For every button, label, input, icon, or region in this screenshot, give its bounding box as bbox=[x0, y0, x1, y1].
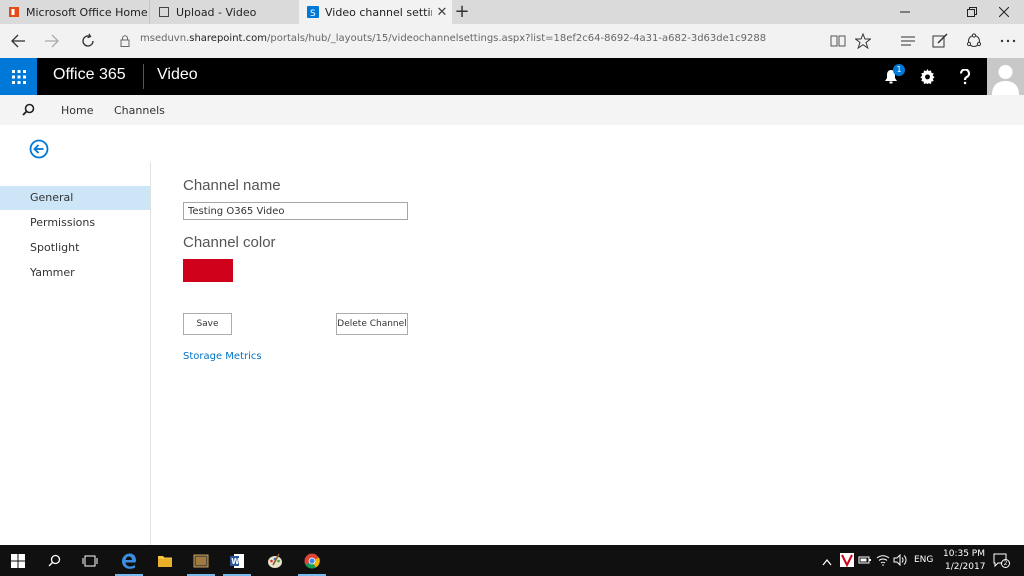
user-avatar[interactable] bbox=[987, 58, 1024, 95]
windows-start-icon[interactable] bbox=[0, 545, 36, 576]
tab-microsoft-office-home[interactable]: Microsoft Office Home bbox=[0, 0, 148, 24]
search-icon[interactable] bbox=[22, 103, 36, 117]
notification-count-badge: 2 bbox=[1001, 559, 1010, 568]
close-window-icon[interactable] bbox=[984, 0, 1024, 24]
chrome-icon[interactable] bbox=[294, 545, 330, 576]
nav-home-link[interactable]: Home bbox=[61, 104, 93, 117]
paint-icon[interactable] bbox=[257, 545, 293, 576]
file-explorer-icon[interactable] bbox=[147, 545, 183, 576]
tab-label: Video channel settings bbox=[325, 5, 432, 19]
media-app-icon[interactable] bbox=[183, 545, 219, 576]
tab-label: Microsoft Office Home bbox=[26, 5, 148, 19]
leftnav-item-spotlight[interactable]: Spotlight bbox=[0, 236, 150, 260]
channel-name-heading: Channel name bbox=[183, 177, 281, 194]
url-domain: sharepoint.com bbox=[189, 33, 267, 44]
action-center-icon[interactable]: 2 bbox=[993, 553, 1010, 569]
hub-icon[interactable] bbox=[896, 30, 920, 52]
browser-address-bar: mseduvn.sharepoint.com/portals/hub/_layo… bbox=[0, 24, 1024, 58]
video-subnav: Home Channels bbox=[0, 95, 1024, 125]
leftnav-item-yammer[interactable]: Yammer bbox=[0, 261, 150, 285]
url-subdomain: mseduvn. bbox=[140, 33, 190, 44]
nav-channels-link[interactable]: Channels bbox=[114, 104, 165, 117]
svg-text:W: W bbox=[231, 557, 240, 566]
svg-text:S: S bbox=[310, 9, 316, 18]
tray-chevron-up-icon[interactable] bbox=[822, 555, 832, 569]
url-path: /portals/hub/_layouts/15/videochannelset… bbox=[267, 33, 767, 44]
tab-upload-video[interactable]: Upload - Video bbox=[149, 0, 299, 24]
page-icon bbox=[159, 7, 169, 17]
volume-icon[interactable] bbox=[893, 553, 907, 569]
sharepoint-icon: S bbox=[307, 6, 319, 18]
help-question-icon[interactable] bbox=[946, 58, 983, 95]
address-url[interactable]: mseduvn.sharepoint.com/portals/hub/_layo… bbox=[140, 33, 766, 44]
close-tab-icon[interactable]: ✕ bbox=[432, 5, 452, 20]
wifi-icon[interactable] bbox=[876, 554, 890, 569]
word-icon[interactable]: W bbox=[219, 545, 255, 576]
web-note-icon[interactable] bbox=[928, 30, 952, 52]
settings-gear-icon[interactable] bbox=[909, 58, 946, 95]
tab-video-channel-settings[interactable]: S Video channel settings ✕ bbox=[299, 0, 452, 24]
app-launcher-icon[interactable] bbox=[0, 58, 37, 95]
suite-divider bbox=[143, 64, 144, 89]
leftnav-item-permissions[interactable]: Permissions bbox=[0, 211, 150, 235]
office365-brand[interactable]: Office 365 bbox=[53, 66, 126, 84]
refresh-icon[interactable] bbox=[76, 30, 100, 52]
browser-tab-strip: Microsoft Office Home Upload - Video S V… bbox=[0, 0, 1024, 24]
back-circle-icon[interactable] bbox=[29, 139, 49, 159]
notifications-bell-icon[interactable]: 1 bbox=[872, 58, 909, 95]
channel-color-heading: Channel color bbox=[183, 234, 276, 251]
more-options-icon[interactable] bbox=[996, 30, 1020, 52]
windows-taskbar: W ENG 10:35 PM 1/2/2017 2 bbox=[0, 545, 1024, 576]
clock-time[interactable]: 10:35 PM bbox=[943, 549, 985, 559]
channel-name-input[interactable] bbox=[183, 202, 408, 220]
app-title[interactable]: Video bbox=[157, 66, 198, 84]
storage-metrics-link[interactable]: Storage Metrics bbox=[183, 351, 262, 362]
share-icon[interactable] bbox=[962, 30, 986, 52]
clock-date[interactable]: 1/2/2017 bbox=[945, 562, 985, 572]
lock-icon bbox=[118, 30, 132, 52]
back-arrow-icon[interactable] bbox=[6, 30, 30, 52]
search-icon[interactable] bbox=[36, 545, 72, 576]
delete-channel-button[interactable]: Delete Channel bbox=[336, 313, 408, 335]
favorite-star-icon[interactable] bbox=[851, 30, 875, 52]
notification-count-badge: 1 bbox=[893, 64, 905, 76]
channel-color-swatch[interactable] bbox=[183, 259, 233, 282]
input-language[interactable]: ENG bbox=[914, 555, 933, 565]
power-tray-icon[interactable] bbox=[858, 554, 872, 569]
new-tab-button[interactable]: + bbox=[452, 0, 472, 24]
task-view-icon[interactable] bbox=[72, 545, 108, 576]
antivirus-tray-icon[interactable] bbox=[840, 553, 854, 568]
tab-label: Upload - Video bbox=[176, 5, 257, 19]
save-button[interactable]: Save bbox=[183, 313, 232, 335]
office-icon bbox=[9, 7, 19, 17]
reading-view-icon[interactable] bbox=[826, 30, 850, 52]
forward-arrow-icon[interactable] bbox=[40, 30, 64, 52]
leftnav-divider bbox=[150, 162, 151, 545]
suite-bar: Office 365 Video 1 bbox=[0, 58, 1024, 95]
minimize-icon[interactable] bbox=[888, 0, 922, 24]
edge-browser-icon[interactable] bbox=[111, 545, 147, 576]
leftnav-item-general[interactable]: General bbox=[0, 186, 150, 210]
